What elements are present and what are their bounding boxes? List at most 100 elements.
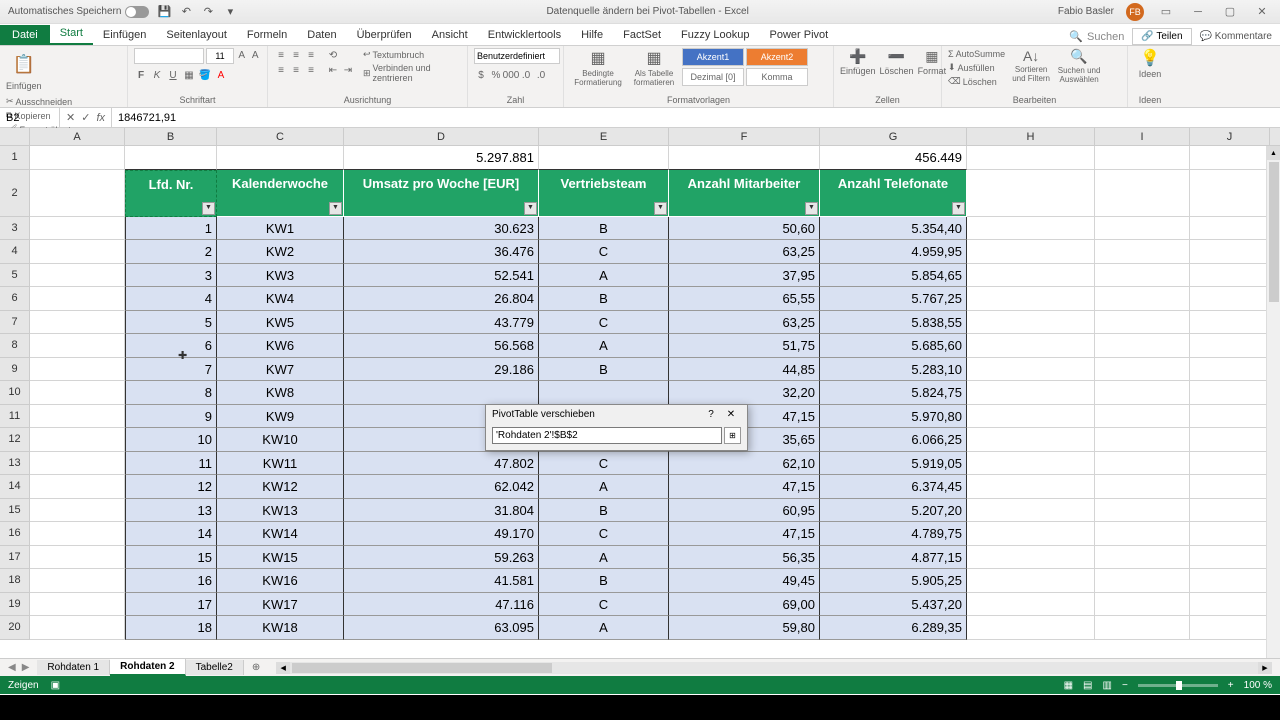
autosave-toggle[interactable]: Automatisches Speichern [8, 6, 149, 18]
table-cell[interactable]: 14 [125, 522, 217, 546]
cell[interactable] [967, 358, 1095, 382]
table-cell[interactable]: 32,20 [669, 381, 820, 405]
cell[interactable] [1190, 287, 1270, 311]
comments-button[interactable]: 💬 Kommentare [1200, 31, 1272, 42]
cell[interactable] [1190, 428, 1270, 452]
cell[interactable] [30, 334, 125, 358]
table-cell[interactable]: KW11 [217, 452, 344, 476]
cell[interactable] [967, 287, 1095, 311]
formula-input[interactable]: 1846721,91 [112, 112, 1280, 124]
table-cell[interactable]: 62.042 [344, 475, 539, 499]
decimal-inc-icon[interactable]: .0 [519, 68, 533, 82]
cell[interactable] [1095, 405, 1190, 429]
cell[interactable] [967, 311, 1095, 335]
cell[interactable] [967, 334, 1095, 358]
cell[interactable] [967, 546, 1095, 570]
table-cell[interactable]: 4 [125, 287, 217, 311]
tab-view[interactable]: Ansicht [422, 25, 478, 45]
table-cell[interactable]: KW13 [217, 499, 344, 523]
style-komma[interactable]: Komma [746, 68, 808, 86]
cell[interactable] [30, 452, 125, 476]
cell[interactable] [1190, 146, 1270, 170]
table-cell[interactable]: 47.116 [344, 593, 539, 617]
align-bottom-icon[interactable]: ≡ [304, 48, 318, 62]
table-cell[interactable]: B [539, 217, 669, 241]
table-header[interactable]: Vertriebsteam▼ [539, 170, 669, 217]
row-header[interactable]: 5 [0, 264, 30, 288]
cell[interactable] [30, 264, 125, 288]
sheet-nav-next-icon[interactable]: ▶ [22, 662, 30, 673]
cell[interactable] [967, 569, 1095, 593]
table-cell[interactable]: 43.779 [344, 311, 539, 335]
cell[interactable] [1190, 522, 1270, 546]
user-name[interactable]: Fabio Basler [1058, 6, 1114, 17]
table-cell[interactable]: 5.685,60 [820, 334, 967, 358]
table-cell[interactable]: A [539, 264, 669, 288]
align-middle-icon[interactable]: ≡ [289, 48, 303, 62]
font-color-button[interactable]: A [214, 68, 228, 82]
table-cell[interactable]: 5.905,25 [820, 569, 967, 593]
table-cell[interactable]: 5.838,55 [820, 311, 967, 335]
table-cell[interactable]: KW6 [217, 334, 344, 358]
row-header[interactable]: 1 [0, 146, 30, 170]
cell[interactable] [1095, 428, 1190, 452]
table-cell[interactable]: 37,95 [669, 264, 820, 288]
table-cell[interactable]: 50,60 [669, 217, 820, 241]
row-header[interactable]: 9 [0, 358, 30, 382]
table-cell[interactable]: C [539, 522, 669, 546]
table-cell[interactable]: 47.802 [344, 452, 539, 476]
table-cell[interactable]: 49.170 [344, 522, 539, 546]
cell[interactable] [967, 217, 1095, 241]
cell[interactable] [1190, 358, 1270, 382]
cell[interactable] [1095, 264, 1190, 288]
tab-developer[interactable]: Entwicklertools [478, 25, 571, 45]
row-header[interactable]: 3 [0, 217, 30, 241]
table-cell[interactable]: 9 [125, 405, 217, 429]
filter-button[interactable]: ▼ [202, 202, 215, 215]
col-header[interactable]: B [125, 128, 217, 145]
cell[interactable] [1095, 334, 1190, 358]
add-sheet-button[interactable]: ⊕ [244, 662, 268, 673]
table-cell[interactable]: 63,25 [669, 311, 820, 335]
table-cell[interactable]: 26.804 [344, 287, 539, 311]
cell[interactable] [217, 146, 344, 170]
filter-button[interactable]: ▼ [952, 202, 965, 215]
table-cell[interactable]: 11 [125, 452, 217, 476]
decimal-dec-icon[interactable]: .0 [534, 68, 548, 82]
table-cell[interactable]: 51,75 [669, 334, 820, 358]
save-icon[interactable]: 💾 [157, 5, 171, 19]
table-cell[interactable]: 13 [125, 499, 217, 523]
cell[interactable] [1190, 170, 1270, 217]
table-cell[interactable]: KW3 [217, 264, 344, 288]
table-cell[interactable]: 8 [125, 381, 217, 405]
cell[interactable] [1095, 381, 1190, 405]
table-cell[interactable]: 5.354,40 [820, 217, 967, 241]
cell[interactable] [1095, 522, 1190, 546]
ribbon-options-icon[interactable]: ▭ [1156, 5, 1176, 18]
col-header[interactable]: F [669, 128, 820, 145]
format-table-icon[interactable]: ▦ [646, 48, 661, 68]
cell[interactable] [1095, 475, 1190, 499]
align-top-icon[interactable]: ≡ [274, 48, 288, 62]
align-right-icon[interactable]: ≡ [304, 63, 318, 77]
table-cell[interactable]: KW2 [217, 240, 344, 264]
row-header[interactable]: 17 [0, 546, 30, 570]
orientation-icon[interactable]: ⟲ [326, 48, 340, 62]
style-accent1[interactable]: Akzent1 [682, 48, 744, 66]
cancel-formula-icon[interactable]: ✕ [66, 111, 75, 124]
sheet-tab[interactable]: Tabelle2 [186, 660, 244, 675]
cell[interactable] [30, 217, 125, 241]
border-button[interactable]: ▦ [182, 68, 196, 82]
cell[interactable] [967, 146, 1095, 170]
align-center-icon[interactable]: ≡ [289, 63, 303, 77]
table-header[interactable]: Kalenderwoche▼ [217, 170, 344, 217]
cell[interactable] [967, 616, 1095, 640]
cell[interactable] [125, 146, 217, 170]
cell[interactable] [30, 311, 125, 335]
table-cell[interactable]: C [539, 311, 669, 335]
cell[interactable] [30, 405, 125, 429]
filter-button[interactable]: ▼ [329, 202, 342, 215]
table-cell[interactable]: A [539, 546, 669, 570]
indent-dec-icon[interactable]: ⇤ [326, 63, 340, 77]
table-cell[interactable]: 1 [125, 217, 217, 241]
